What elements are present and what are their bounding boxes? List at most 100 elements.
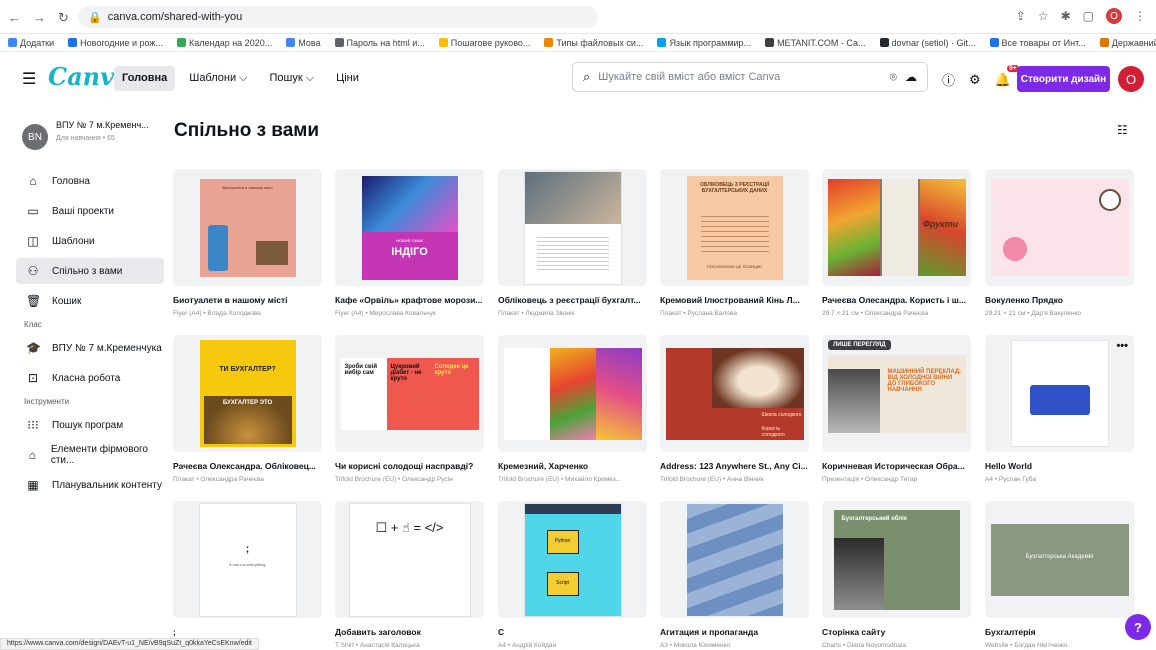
design-title[interactable]: Обліковець з реєстрації бухгалт... — [498, 295, 647, 305]
design-title[interactable]: Кремезний, Харченко — [498, 461, 647, 471]
back-arrow-icon[interactable]: ← — [8, 10, 21, 26]
bookmark-item[interactable]: METANIT.COM - Са... — [765, 38, 866, 48]
design-title[interactable]: ; — [173, 627, 322, 637]
reload-icon[interactable]: ↻ — [58, 10, 69, 26]
design-title[interactable]: Сторінка сайту — [822, 627, 971, 637]
design-thumbnail[interactable]: ОБЛІКОВЕЦЬ З РЕЄСТРАЦІЇ БУХГАЛТЕРСЬКИХ Д… — [660, 169, 809, 286]
sidebar-item[interactable]: ⌂ Елементи фірмового сти... — [16, 442, 164, 468]
list-view-icon[interactable]: ☷ — [1117, 123, 1128, 137]
star-icon[interactable]: ☆ — [1038, 9, 1049, 23]
design-card[interactable]: ☐ + ☝ = </> Добавить заголовок T Shirt • А… — [335, 501, 484, 649]
camera-search-icon[interactable]: ⌾ — [890, 70, 897, 85]
bookmark-item[interactable]: Календар на 2020... — [176, 38, 272, 48]
gear-icon[interactable]: ⚙ — [969, 72, 981, 88]
forward-arrow-icon[interactable]: → — [33, 10, 46, 26]
design-thumbnail[interactable] — [985, 169, 1134, 286]
design-thumbnail[interactable]: Школа солодкого Користь солодкого — [660, 335, 809, 452]
extensions-icon[interactable]: ✱ — [1061, 9, 1071, 23]
design-thumbnail[interactable]: Бухгалтерська Академія — [985, 501, 1134, 618]
design-title[interactable]: Чи корисні солодощі насправді? — [335, 461, 484, 471]
design-title[interactable]: Рачеєва Олесандра. Користь і ш... — [822, 295, 971, 305]
design-card[interactable]: Агитация и пропаганда A3 • Микола Юхименк… — [660, 501, 809, 649]
topnav-home[interactable]: Головна — [114, 66, 176, 91]
design-thumbnail[interactable]: ••• — [985, 335, 1134, 452]
sidebar-item[interactable]: ⌂ Головна — [16, 168, 164, 194]
bookmark-item[interactable]: Все товары от Инт... — [989, 38, 1086, 48]
share-icon[interactable]: ⇪ — [1016, 9, 1026, 23]
design-title[interactable]: Добавить заголовок — [335, 627, 484, 637]
design-card[interactable]: ОБЛІКОВЕЦЬ З РЕЄСТРАЦІЇ БУХГАЛТЕРСЬКИХ Д… — [660, 169, 809, 317]
design-card[interactable]: Обліковець з реєстрації бухгалт... Плакат… — [498, 169, 647, 317]
design-thumbnail[interactable]: МАШИННИЙ ПЕРЕКЛАД: ВІД ХОЛОДНОЇ ВІЙНИ ДО… — [822, 335, 971, 452]
user-avatar[interactable]: O — [1118, 66, 1144, 92]
design-title[interactable]: Рачеєва Олександра. Обліковец... — [173, 461, 322, 471]
design-title[interactable]: C — [498, 627, 647, 637]
design-card[interactable]: ТИ БУХГАЛТЕР? БУХГАЛТЕР ЭТО Рачеєва Олекса… — [173, 335, 322, 483]
design-thumbnail[interactable] — [498, 169, 647, 286]
design-card[interactable]: Кремезний, Харченко Trifold Brochure (EU)… — [498, 335, 647, 483]
bookmark-item[interactable]: Державний універ... — [1099, 38, 1156, 48]
help-button[interactable]: ? — [1125, 614, 1151, 640]
design-title[interactable]: Кремовий Ілюстрований Кінь Л... — [660, 295, 809, 305]
design-title[interactable]: Биотуалети в нашому місті — [173, 295, 322, 305]
design-card[interactable]: Бухгалтерська Академія Бухгалтерія Website… — [985, 501, 1134, 649]
create-design-button[interactable]: Створити дизайн — [1017, 66, 1110, 92]
window-icon[interactable]: ▢ — [1083, 9, 1094, 23]
bell-icon[interactable]: 🔔 9+ — [995, 64, 1019, 88]
design-card[interactable]: Биотуалети в нашому місті Биотуалети в на… — [173, 169, 322, 317]
design-title[interactable]: Агитация и пропаганда — [660, 627, 809, 637]
design-title[interactable]: Коричневая Историческая Обра... — [822, 461, 971, 471]
design-card[interactable]: Бухгалтерський облік Сторінка сайту Charts… — [822, 501, 971, 649]
sidebar-item[interactable]: ⊡ Класна робота — [16, 365, 164, 391]
design-thumbnail[interactable]: Python Script — [498, 501, 647, 618]
design-thumbnail[interactable]: ТИ БУХГАЛТЕР? БУХГАЛТЕР ЭТО — [173, 335, 322, 452]
design-thumbnail[interactable]: Зроби свій вибір сам Цукровий діабет - не… — [335, 335, 484, 452]
team-switcher[interactable]: BN ВПУ № 7 м.Кременч... Для навчання • 6… — [22, 120, 149, 150]
browser-profile-avatar[interactable]: O — [1106, 8, 1122, 24]
design-card[interactable]: Python Script C A4 • Андрій Койдан — [498, 501, 647, 649]
search-input[interactable]: ⌕ Шукайте свій вміст або вміст Canva ⌾ ☁ — [572, 62, 928, 92]
design-thumbnail[interactable] — [498, 335, 647, 452]
design-card[interactable]: Зроби свій вибір сам Цукровий діабет - не… — [335, 335, 484, 483]
sidebar-item[interactable]: ◫ Шаблони — [16, 228, 164, 254]
sidebar-item[interactable]: ▦ Планувальник контенту — [16, 472, 164, 498]
design-thumbnail[interactable]: ☐ + ☝ = </> — [335, 501, 484, 618]
bookmark-item[interactable]: Мова — [286, 38, 321, 48]
design-card[interactable]: МАШИННИЙ ПЕРЕКЛАД: ВІД ХОЛОДНОЇ ВІЙНИ ДО… — [822, 335, 971, 483]
design-card[interactable]: Фрукти Рачеєва Олесандра. Користь і ш... 2… — [822, 169, 971, 317]
topnav-pricing[interactable]: Ціни — [328, 66, 367, 91]
design-thumbnail[interactable]: НОВИЙ СМАК ІНДІГО — [335, 169, 484, 286]
sidebar-item[interactable]: ▭ Ваші проекти — [16, 198, 164, 224]
design-title[interactable]: Кафе «Орвіль» крафтове морози... — [335, 295, 484, 305]
design-thumbnail[interactable]: Бухгалтерський облік — [822, 501, 971, 618]
address-bar[interactable]: 🔒 canva.com/shared-with-you — [78, 6, 598, 28]
design-card[interactable]: Вокуленко Прядко 29.21 × 21 см • Дар'я Ва… — [985, 169, 1134, 317]
design-title[interactable]: Бухгалтерія — [985, 627, 1134, 637]
design-title[interactable]: Address: 123 Anywhere St., Any Ci... — [660, 461, 809, 471]
bookmark-item[interactable]: Язык программир... — [657, 38, 751, 48]
hamburger-menu-icon[interactable]: ☰ — [22, 69, 36, 89]
design-thumbnail[interactable]: ; it can run everything — [173, 501, 322, 618]
design-card[interactable]: ; it can run everything; — [173, 501, 322, 642]
sidebar-item[interactable]: 🎓 ВПУ № 7 м.Кременчука — [16, 335, 164, 361]
design-thumbnail[interactable]: Биотуалети в нашому місті — [173, 169, 322, 286]
design-thumbnail[interactable] — [660, 501, 809, 618]
design-title[interactable]: Вокуленко Прядко — [985, 295, 1134, 305]
bookmark-item[interactable]: Типы файловых си... — [544, 38, 643, 48]
bookmark-item[interactable]: Пошагове руково... — [438, 38, 530, 48]
bookmark-item[interactable]: Додатки — [8, 38, 54, 48]
upload-cloud-icon[interactable]: ☁ — [905, 70, 917, 85]
design-card[interactable]: ••• Hello World A4 • Руслан Губа — [985, 335, 1134, 483]
topnav-search[interactable]: Пошук ⌵ — [262, 66, 323, 91]
bookmark-item[interactable]: Пароль на html и... — [334, 38, 425, 48]
bookmark-item[interactable]: dovnar (setiol) · Git... — [879, 38, 976, 48]
kebab-menu-icon[interactable]: ⋮ — [1134, 9, 1146, 23]
design-card[interactable]: Школа солодкого Користь солодкого Address:… — [660, 335, 809, 483]
sidebar-item[interactable]: ⚇ Спільно з вами — [16, 258, 164, 284]
more-options-icon[interactable]: ••• — [1116, 340, 1128, 352]
sidebar-item[interactable]: ⁝⁝⁝ Пошук програм — [16, 412, 164, 438]
design-title[interactable]: Hello World — [985, 461, 1134, 471]
design-thumbnail[interactable]: Фрукти — [822, 169, 971, 286]
topnav-templates[interactable]: Шаблони ⌵ — [181, 66, 255, 91]
sidebar-item[interactable]: 🗑 Кошик — [16, 288, 164, 314]
